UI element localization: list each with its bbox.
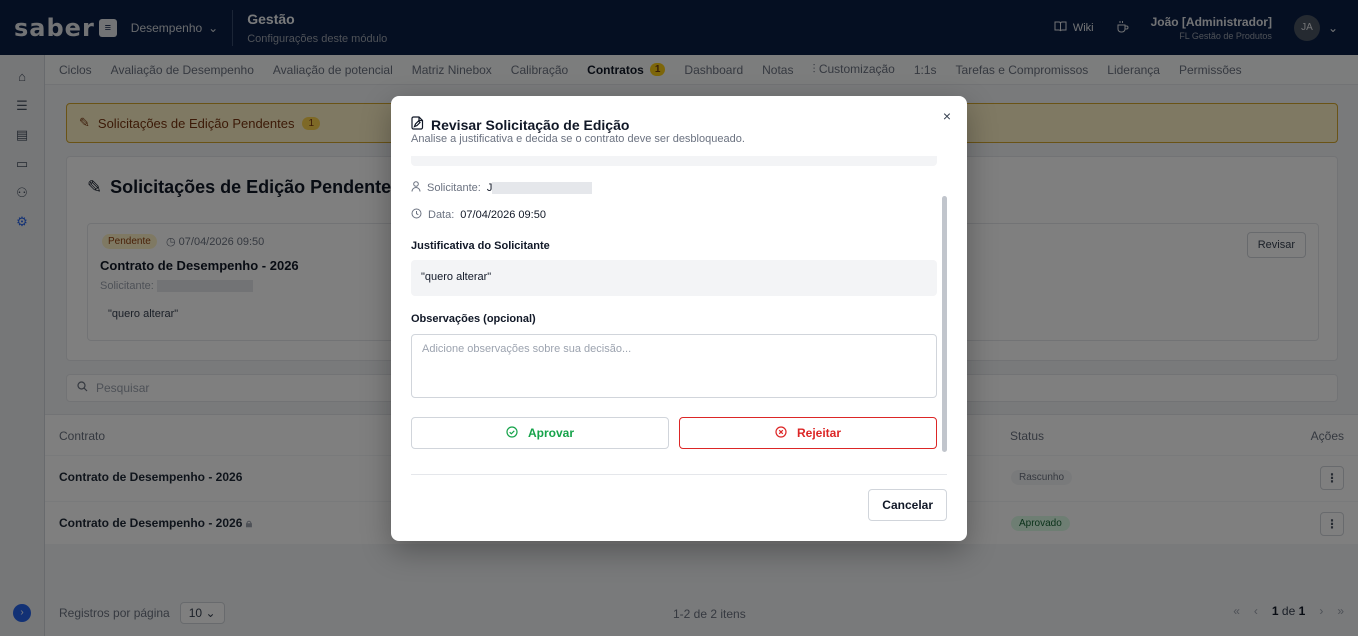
user-icon	[411, 181, 421, 195]
cancel-button[interactable]: Cancelar	[868, 489, 947, 521]
review-edit-request-dialog: Revisar Solicitação de Edição Analise a …	[391, 96, 967, 541]
divider	[411, 474, 947, 475]
requester-label: Solicitante:	[427, 182, 481, 194]
requester-row: Solicitante: J	[411, 181, 593, 195]
reject-label: Rejeitar	[796, 426, 842, 440]
file-edit-icon	[411, 116, 424, 133]
approve-button[interactable]: Aprovar	[411, 417, 669, 449]
clock-icon	[411, 208, 422, 222]
approve-label: Aprovar	[527, 426, 574, 440]
dialog-scrollbar[interactable]	[942, 158, 947, 458]
date-value: 07/04/2026 09:50	[460, 209, 546, 221]
dialog-scroll-area[interactable]: Solicitante: J Data: 07/04/2026 09:50 Ju…	[411, 156, 947, 462]
notes-textarea[interactable]: Adicione observações sobre sua decisão..…	[411, 334, 937, 398]
date-label: Data:	[428, 209, 455, 221]
close-icon[interactable]: ×	[943, 108, 951, 124]
redacted-name	[492, 182, 593, 194]
reject-button[interactable]: Rejeitar	[679, 417, 937, 449]
date-row: Data: 07/04/2026 09:50	[411, 208, 546, 222]
dialog-title-text: Revisar Solicitação de Edição	[431, 116, 630, 133]
scrollbar-thumb[interactable]	[942, 196, 947, 452]
request-summary-box	[411, 156, 937, 166]
notes-label: Observações (opcional)	[411, 313, 536, 325]
x-circle-icon	[775, 425, 787, 441]
justification-text: "quero alterar"	[411, 260, 937, 296]
justification-label: Justificativa do Solicitante	[411, 240, 550, 252]
dialog-title: Revisar Solicitação de Edição	[411, 116, 629, 133]
dialog-subtitle: Analise a justificativa e decida se o co…	[411, 133, 745, 145]
check-circle-icon	[506, 425, 518, 441]
